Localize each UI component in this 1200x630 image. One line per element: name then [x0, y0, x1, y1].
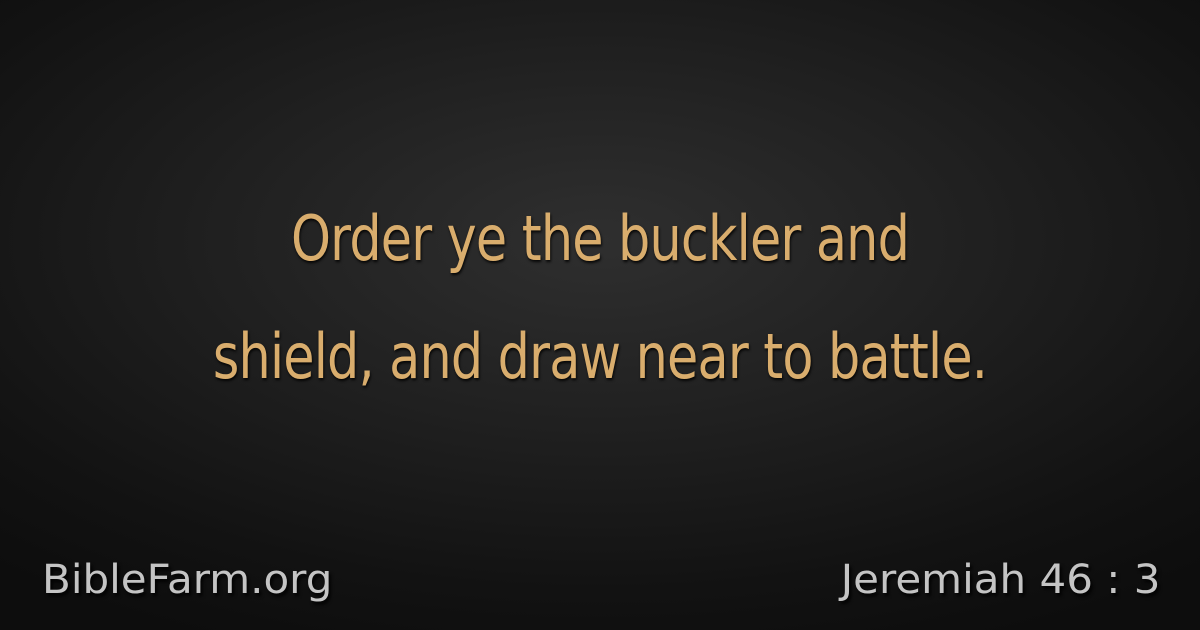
- site-name: BibleFarm.org: [42, 557, 333, 603]
- verse-reference: Jeremiah 46 : 3: [840, 557, 1160, 603]
- verse-line-1: Order ye the buckler and: [290, 202, 910, 275]
- verse-line-2: shield, and draw near to battle.: [212, 320, 988, 393]
- verse-text: Order ye the buckler and shield, and dra…: [108, 180, 1092, 416]
- verse-image: Order ye the buckler and shield, and dra…: [0, 0, 1200, 630]
